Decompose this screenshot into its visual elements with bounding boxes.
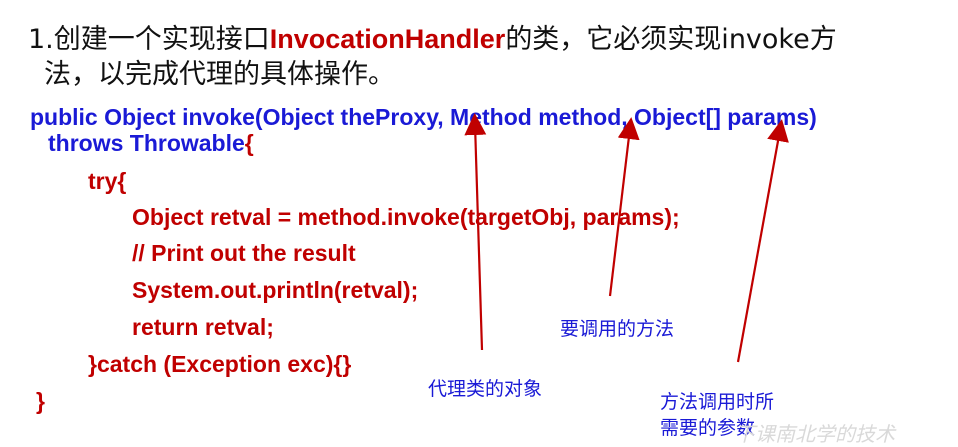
arrow-to-proxy [464,113,487,351]
annotation-proxy: 代理类的对象 [428,378,543,400]
annotation-method: 要调用的方法 [560,318,675,340]
arrow-to-method [608,117,640,297]
arrow-to-params [736,119,789,363]
annotation-params-1: 方法调用时所 [660,391,775,413]
